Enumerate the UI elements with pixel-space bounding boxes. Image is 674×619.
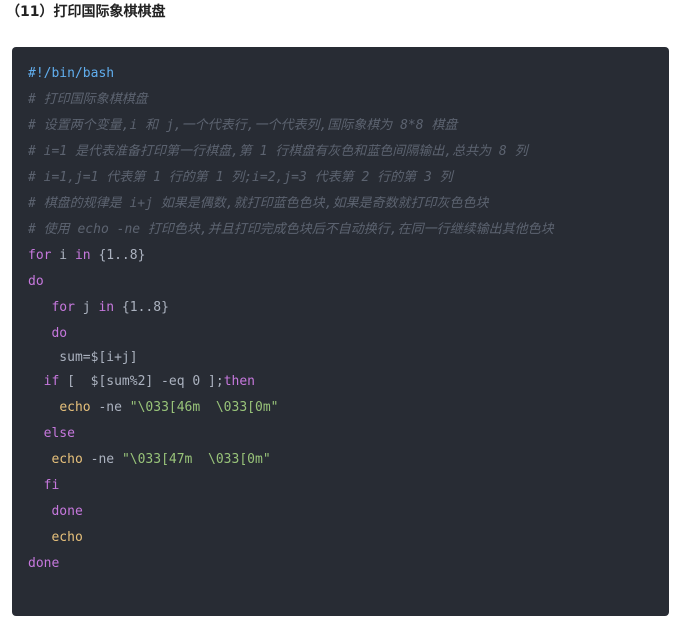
keyword-else: else [43,426,75,441]
keyword-for: for [28,248,52,263]
code-text: sum=$[i+j] [28,350,138,365]
code-line-done-inner: done [28,499,83,525]
code-line-echo: echo [28,525,83,551]
string-literal: "\033[46m \033[0m" [129,400,279,415]
keyword-in: in [98,300,115,315]
code-comment-line: # 使用 echo -ne 打印色块,并且打印完成色块后不自动换行,在同一行继续… [28,222,554,237]
code-line-fi: fi [28,473,60,499]
code-text: -ne [82,452,122,467]
code-comment-line: # 棋盘的规律是 i+j 如果是偶数,就打印蓝色色块,如果是奇数就打印灰色色块 [28,196,489,211]
code-line-done-outer: done [28,551,59,577]
keyword-in: in [74,248,91,263]
code-line-else: else [28,421,75,447]
keyword-fi: fi [43,478,60,493]
keyword-if: if [43,374,60,389]
code-line-shebang: #!/bin/bash [28,61,114,87]
keyword-for: for [51,300,75,315]
code-line-echo-blue: echo -ne "\033[46m \033[0m" [28,395,278,421]
code-line-for-inner: for j in {1..8} [28,295,169,321]
builtin-echo: echo [59,400,91,415]
code-block: #!/bin/bash # 打印国际象棋棋盘 # 设置两个变量,i 和 j,一个… [12,47,669,616]
code-text: j [74,300,99,315]
code-comment-line: # 打印国际象棋棋盘 [28,92,148,107]
code-line-for-outer: for i in {1..8} [28,243,145,269]
code-comment-line: # i=1,j=1 代表第 1 行的第 1 列;i=2,j=3 代表第 2 行的… [28,170,453,185]
code-text: -ne [90,400,130,415]
shebang: #!/bin/bash [28,66,115,81]
keyword-done: done [28,556,60,571]
code-text: [ $[sum%2] -eq 0 ]; [59,374,224,389]
code-text: {1..8} [114,300,169,315]
code-line-do-inner: do [28,321,67,347]
code-text: {1..8} [90,248,146,263]
builtin-echo: echo [51,452,83,467]
keyword-do: do [51,326,68,341]
builtin-echo: echo [51,530,83,545]
keyword-done: done [51,504,83,519]
code-line-echo-gray: echo -ne "\033[47m \033[0m" [28,447,271,473]
keyword-do: do [28,274,44,289]
code-line-if: if [ $[sum%2] -eq 0 ];then [28,369,255,395]
keyword-then: then [223,374,255,389]
string-literal: "\033[47m \033[0m" [121,452,271,467]
code-comment-line: # 设置两个变量,i 和 j,一个代表行,一个代表列,国际象棋为 8*8 棋盘 [28,118,458,133]
code-line-do-outer: do [28,269,44,295]
code-line-sum: sum=$[i+j] [28,345,138,371]
section-heading: （11）打印国际象棋棋盘 [6,4,166,20]
code-text: i [51,248,75,263]
code-comment-line: # i=1 是代表准备打印第一行棋盘,第 1 行棋盘有灰色和蓝色间隔输出,总共为… [28,144,528,159]
